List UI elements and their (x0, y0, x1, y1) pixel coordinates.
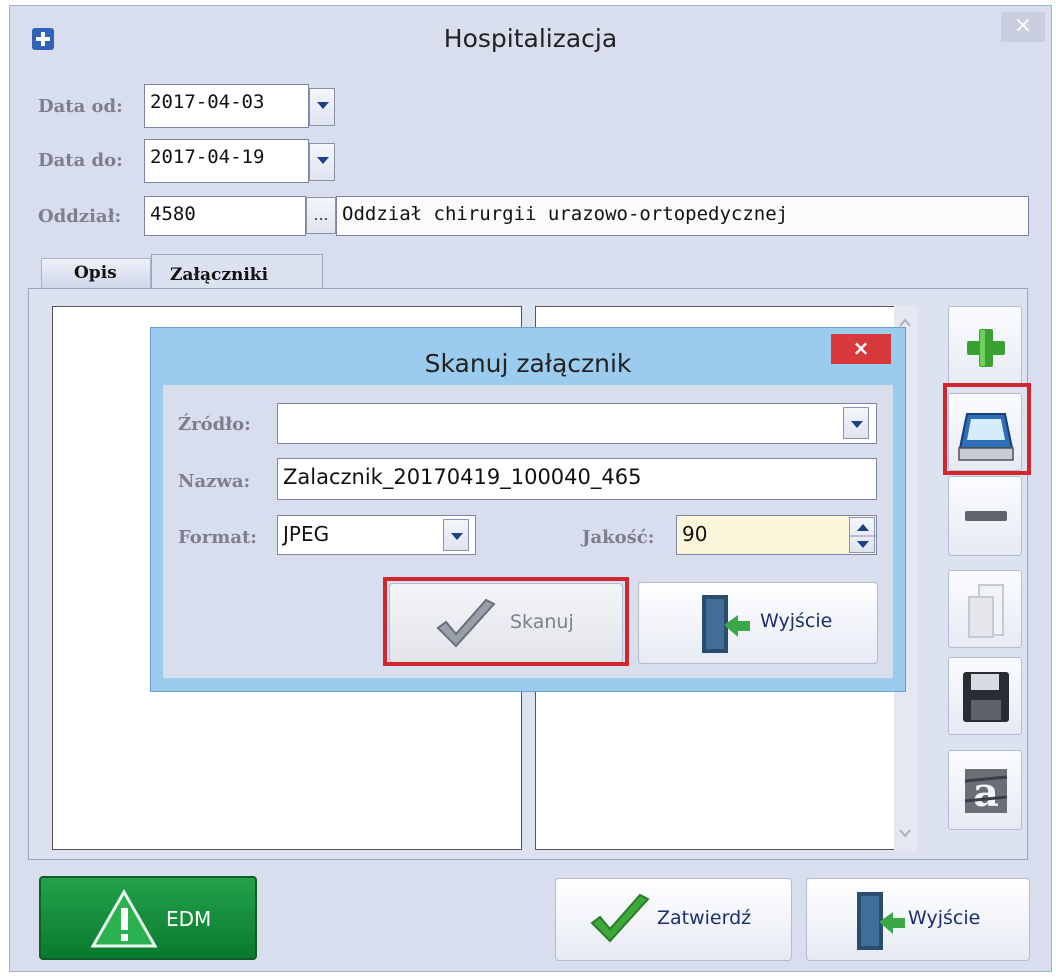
date-to-label: Data do: (38, 150, 123, 171)
edm-button[interactable]: EDM (39, 876, 257, 960)
quality-field[interactable]: 90 (676, 515, 877, 555)
ward-name-field: Oddział chirurgii urazowo-ortopedycznej (336, 196, 1029, 236)
exit-label: Wyjście (908, 907, 981, 929)
source-dropdown-button[interactable] (843, 407, 869, 439)
ward-code-field[interactable]: 4580 (144, 196, 306, 236)
format-label: Format: (178, 527, 257, 548)
tab-opis[interactable]: Opis (41, 258, 151, 291)
text-recognition-icon: a (964, 769, 1008, 816)
ward-label: Oddział: (38, 206, 122, 227)
scan-button-highlight (943, 383, 1031, 475)
source-select[interactable] (277, 403, 877, 444)
confirm-label: Zatwierdź (657, 907, 752, 929)
open-attachment-button[interactable] (948, 570, 1022, 648)
exit-button[interactable]: Wyjście (806, 878, 1030, 961)
ocr-attachment-button[interactable]: a (948, 750, 1022, 830)
date-to-field[interactable]: 2017-04-19 (144, 139, 309, 183)
door-exit-icon (857, 892, 905, 950)
confirm-button[interactable]: Zatwierdź (555, 878, 792, 961)
warning-icon (90, 888, 158, 948)
title-bar: Hospitalizacja × (10, 6, 1051, 76)
date-from-dropdown-button[interactable] (309, 88, 335, 126)
format-dropdown-button[interactable] (443, 519, 469, 551)
dialog-exit-label: Wyjście (760, 610, 833, 632)
checkmark-icon (590, 893, 650, 943)
date-to-dropdown-button[interactable] (309, 143, 335, 181)
name-label: Nazwa: (178, 471, 251, 492)
add-attachment-button[interactable] (948, 306, 1022, 386)
floppy-disk-icon (963, 672, 1009, 722)
dialog-title: Skanuj załącznik (424, 349, 632, 378)
skanuj-highlight (383, 577, 629, 666)
name-field[interactable]: Zalacznik_20170419_100040_465 (277, 458, 877, 500)
plus-icon (967, 329, 1005, 367)
source-label: Źródło: (178, 414, 251, 435)
quality-spinner[interactable] (849, 517, 876, 553)
ward-browse-button[interactable]: ... (306, 197, 336, 234)
door-exit-icon (702, 595, 750, 653)
svg-text:a: a (973, 769, 999, 816)
dialog-close-button[interactable]: × (831, 334, 891, 364)
tab-zalaczniki[interactable]: Załączniki (151, 254, 323, 292)
window-title: Hospitalizacja (443, 24, 618, 53)
edm-label: EDM (166, 907, 212, 931)
save-attachment-button[interactable] (948, 657, 1022, 735)
file-icon (968, 584, 1004, 638)
remove-attachment-button[interactable] (948, 476, 1022, 556)
dialog-exit-button[interactable]: Wyjście (638, 582, 878, 664)
window-close-button[interactable]: × (1001, 12, 1045, 42)
date-from-field[interactable]: 2017-04-03 (144, 84, 309, 128)
quality-label: Jakość: (582, 527, 655, 548)
minus-icon (965, 511, 1007, 521)
date-from-label: Data od: (38, 96, 123, 117)
